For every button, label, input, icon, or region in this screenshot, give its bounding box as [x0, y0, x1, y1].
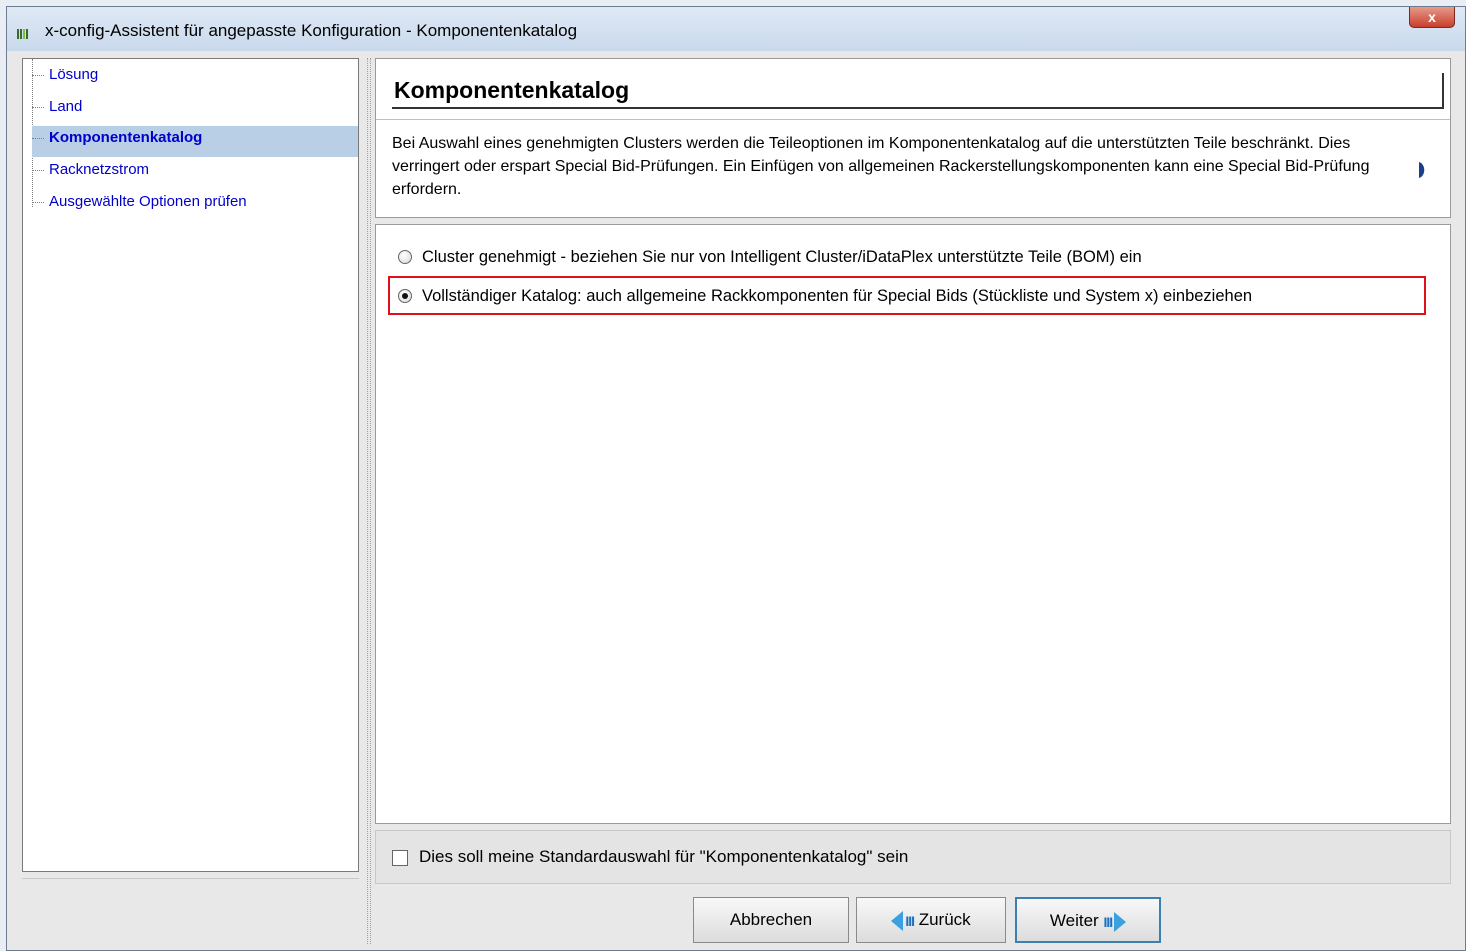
client-area: Lösung Land Komponentenkatalog Racknetzs…: [15, 51, 1455, 944]
nav-item-label: Ausgewählte Optionen prüfen: [49, 193, 247, 210]
config-wizard-window: x-config-Assistent für angepasste Konfig…: [6, 6, 1466, 951]
tree-tick: [32, 138, 44, 139]
tree-tick: [32, 170, 44, 171]
splitter-handle[interactable]: [367, 58, 371, 944]
header-section: Komponentenkatalog Bei Auswahl eines gen…: [375, 58, 1451, 218]
window-title: x-config-Assistent für angepasste Konfig…: [45, 21, 578, 40]
step-navigation-tree: Lösung Land Komponentenkatalog Racknetzs…: [22, 58, 359, 872]
nav-item-land[interactable]: Land: [32, 95, 358, 126]
tree-tick: [32, 107, 44, 108]
bars-icon: III: [1103, 913, 1113, 930]
default-choice-label[interactable]: Dies soll meine Standardauswahl für "Kom…: [419, 847, 908, 867]
back-button-label: Zurück: [918, 910, 971, 929]
app-icon: [17, 26, 37, 39]
tree-tick: [32, 75, 44, 76]
option-label: Cluster genehmigt - beziehen Sie nur von…: [422, 248, 1142, 266]
page-title: Komponentenkatalog: [392, 73, 1444, 109]
nav-item-label: Lösung: [49, 66, 99, 83]
nav-item-komponentenkatalog[interactable]: Komponentenkatalog: [32, 126, 358, 157]
nav-item-label: Racknetzstrom: [49, 161, 150, 178]
nav-item-racknetzstrom[interactable]: Racknetzstrom: [32, 158, 358, 189]
arrow-left-icon: [891, 910, 904, 931]
option-label: Vollständiger Katalog: auch allgemeine R…: [422, 287, 1253, 305]
options-section: Cluster genehmigt - beziehen Sie nur von…: [375, 224, 1451, 824]
button-bar: Abbrechen III Zurück Weiter III: [375, 890, 1451, 944]
default-choice-area: Dies soll meine Standardauswahl für "Kom…: [375, 830, 1451, 884]
divider: [376, 119, 1450, 120]
info-icon[interactable]: [1417, 161, 1427, 179]
nav-item-label: Komponentenkatalog: [49, 129, 203, 146]
nav-item-loesung[interactable]: Lösung: [32, 63, 358, 94]
nav-item-optionen-pruefen[interactable]: Ausgewählte Optionen prüfen: [32, 190, 358, 221]
description-text: Bei Auswahl eines genehmigten Clusters w…: [392, 135, 1370, 198]
tree-tick: [32, 202, 44, 203]
cancel-button[interactable]: Abbrechen: [693, 897, 849, 943]
cancel-button-label: Abbrechen: [729, 910, 813, 929]
close-button[interactable]: x: [1409, 7, 1455, 28]
sidebar-footer: [22, 878, 359, 945]
nav-item-label: Land: [49, 98, 83, 115]
default-choice-checkbox[interactable]: [392, 850, 408, 866]
next-button[interactable]: Weiter III: [1015, 897, 1161, 943]
arrow-right-icon: [1114, 911, 1127, 932]
title-bar[interactable]: x-config-Assistent für angepasste Konfig…: [7, 7, 1465, 51]
bars-icon: III: [905, 912, 915, 929]
radio-button[interactable]: [398, 250, 412, 264]
next-button-label: Weiter: [1049, 911, 1099, 930]
back-button[interactable]: III Zurück: [856, 897, 1006, 943]
radio-button[interactable]: [398, 289, 412, 303]
